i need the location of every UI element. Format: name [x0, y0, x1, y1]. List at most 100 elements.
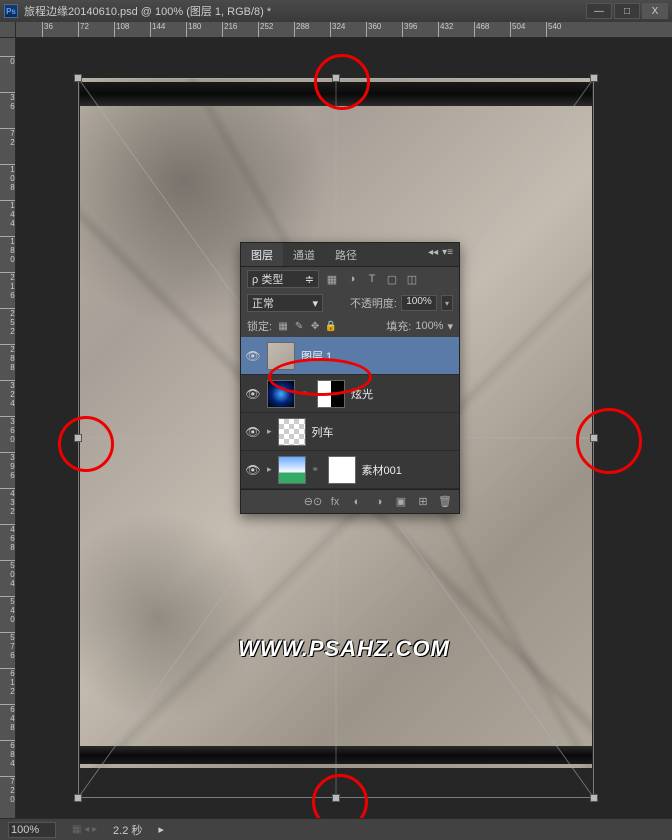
mask-icon[interactable]: ◐ — [347, 493, 367, 511]
filter-icon[interactable]: ◑ — [343, 270, 361, 288]
ruler-tick: 360 — [0, 416, 16, 444]
opacity-dropdown[interactable]: ▾ — [441, 295, 453, 311]
visibility-eye-icon[interactable]: 👁 — [245, 462, 261, 478]
ruler-horizontal[interactable]: 0367210814418021625228832436039643246850… — [16, 22, 672, 38]
ruler-tick: 288 — [0, 344, 16, 372]
link-icon[interactable]: ⚭ — [312, 464, 322, 475]
ruler-tick: 432 — [438, 22, 453, 38]
ruler-tick: 216 — [222, 22, 237, 38]
layer-row[interactable]: 👁 图层 1 — [241, 337, 459, 375]
layer-thumbnail[interactable] — [267, 342, 295, 370]
statusbar-nav[interactable]: ▦ ◂ ▸ — [72, 824, 97, 835]
close-button[interactable]: X — [642, 3, 668, 19]
ruler-tick: 144 — [150, 22, 165, 38]
ruler-tick: 144 — [0, 200, 16, 228]
ruler-tick: 684 — [0, 740, 16, 768]
layer-mask-thumbnail[interactable] — [328, 456, 356, 484]
transform-handle-t[interactable] — [332, 74, 340, 82]
lock-label: 锁定: — [247, 318, 272, 334]
layer-mask-thumbnail[interactable] — [317, 380, 345, 408]
visibility-eye-icon[interactable]: 👁 — [245, 348, 261, 364]
document-title: 旅程边缘20140610.psd @ 100% (图层 1, RGB/8) * — [24, 3, 584, 19]
lock-icon[interactable]: ✎ — [292, 319, 306, 333]
ruler-tick: 36 — [0, 92, 16, 111]
group-icon[interactable]: ▣ — [391, 493, 411, 511]
new-layer-icon[interactable]: ⊞ — [413, 493, 433, 511]
lock-icon[interactable]: ▦ — [276, 319, 290, 333]
opacity-value[interactable]: 100% — [401, 295, 437, 311]
transform-handle-b[interactable] — [332, 794, 340, 802]
filter-icon[interactable]: ▦ — [323, 270, 341, 288]
lock-row: 锁定: ▦✎✥🔒 填充: 100% ▾ — [241, 315, 459, 337]
ruler-tick: 504 — [0, 560, 16, 588]
ruler-tick: 396 — [402, 22, 417, 38]
fill-value[interactable]: 100% — [415, 320, 443, 332]
tab-layers[interactable]: 图层 — [241, 243, 283, 266]
maximize-button[interactable]: □ — [614, 3, 640, 19]
ruler-tick: 108 — [0, 164, 16, 192]
ruler-tick: 720 — [0, 776, 16, 804]
tab-paths[interactable]: 路径 — [325, 243, 367, 266]
link-icon[interactable]: ⚭ — [301, 388, 311, 399]
ruler-tick: 72 — [78, 22, 89, 38]
ruler-tick: 612 — [0, 668, 16, 696]
timing-arrow[interactable]: ▸ — [158, 823, 164, 836]
filter-type-select[interactable]: ρ 类型≑ — [247, 270, 319, 288]
blend-mode-select[interactable]: 正常▾ — [247, 294, 323, 312]
visibility-eye-icon[interactable]: 👁 — [245, 424, 261, 440]
timing-display: 2.2 秒 — [113, 822, 142, 838]
layer-thumbnail[interactable] — [278, 456, 306, 484]
opacity-label: 不透明度: — [350, 295, 397, 311]
trash-icon[interactable]: 🗑 — [435, 493, 455, 511]
layer-thumbnail[interactable] — [267, 380, 295, 408]
layer-thumbnail[interactable] — [278, 418, 306, 446]
minimize-button[interactable]: — — [586, 3, 612, 19]
transform-handle-tl[interactable] — [74, 74, 82, 82]
layers-panel[interactable]: 图层 通道 路径 ◂◂ ▾≡ ρ 类型≑ ▦◑T▢◫ 正常▾ 不透明度: 100… — [240, 242, 460, 514]
expand-arrow-icon[interactable]: ▸ — [267, 464, 272, 475]
layer-name[interactable]: 图层 1 — [301, 348, 332, 364]
panel-menu-icon[interactable]: ▾≡ — [442, 247, 453, 262]
ruler-tick: 432 — [0, 488, 16, 516]
layer-row[interactable]: 👁 ▸ 列车 — [241, 413, 459, 451]
ruler-tick: 36 — [42, 22, 53, 38]
layer-name[interactable]: 素材001 — [362, 462, 402, 478]
filter-icon[interactable]: ▢ — [383, 270, 401, 288]
link-layers-icon[interactable]: ⊖⊙ — [303, 493, 323, 511]
panel-menu[interactable]: ◂◂ ▾≡ — [422, 243, 459, 266]
statusbar: ▦ ◂ ▸ 2.2 秒 ▸ — [0, 818, 672, 840]
visibility-eye-icon[interactable]: 👁 — [245, 386, 261, 402]
ruler-tick: 216 — [0, 272, 16, 300]
transform-handle-tr[interactable] — [590, 74, 598, 82]
ruler-tick: 540 — [0, 596, 16, 624]
layer-row[interactable]: 👁 ⚭ 炫光 — [241, 375, 459, 413]
lock-icon[interactable]: 🔒 — [324, 319, 338, 333]
ruler-tick: 252 — [0, 308, 16, 336]
expand-arrow-icon[interactable]: ▸ — [267, 426, 272, 437]
filter-icon[interactable]: ◫ — [403, 270, 421, 288]
fill-dropdown[interactable]: ▾ — [447, 320, 453, 333]
layer-name[interactable]: 炫光 — [351, 386, 373, 402]
transform-handle-l[interactable] — [74, 434, 82, 442]
filter-icon[interactable]: T — [363, 270, 381, 288]
layer-row[interactable]: 👁 ▸ ⚭ 素材001 — [241, 451, 459, 489]
panel-collapse-icon[interactable]: ◂◂ — [428, 247, 438, 262]
fx-icon[interactable]: fx — [325, 493, 345, 511]
transform-handle-r[interactable] — [590, 434, 598, 442]
layer-filter-row: ρ 类型≑ ▦◑T▢◫ — [241, 267, 459, 291]
ruler-tick: 252 — [258, 22, 273, 38]
lock-icon[interactable]: ✥ — [308, 319, 322, 333]
ruler-vertical[interactable]: 3603672108144180216252288324360396432468… — [0, 38, 16, 818]
ruler-tick: 0 — [0, 56, 16, 66]
transform-handle-bl[interactable] — [74, 794, 82, 802]
tab-channels[interactable]: 通道 — [283, 243, 325, 266]
layer-name[interactable]: 列车 — [312, 424, 334, 440]
transform-handle-br[interactable] — [590, 794, 598, 802]
zoom-input[interactable] — [8, 822, 56, 838]
app-icon: Ps — [4, 4, 18, 18]
panel-tabs: 图层 通道 路径 ◂◂ ▾≡ — [241, 243, 459, 267]
adjustment-icon[interactable]: ◑ — [369, 493, 389, 511]
ruler-origin[interactable] — [0, 22, 16, 38]
blend-mode-row: 正常▾ 不透明度: 100% ▾ — [241, 291, 459, 315]
ruler-tick: 576 — [0, 632, 16, 660]
